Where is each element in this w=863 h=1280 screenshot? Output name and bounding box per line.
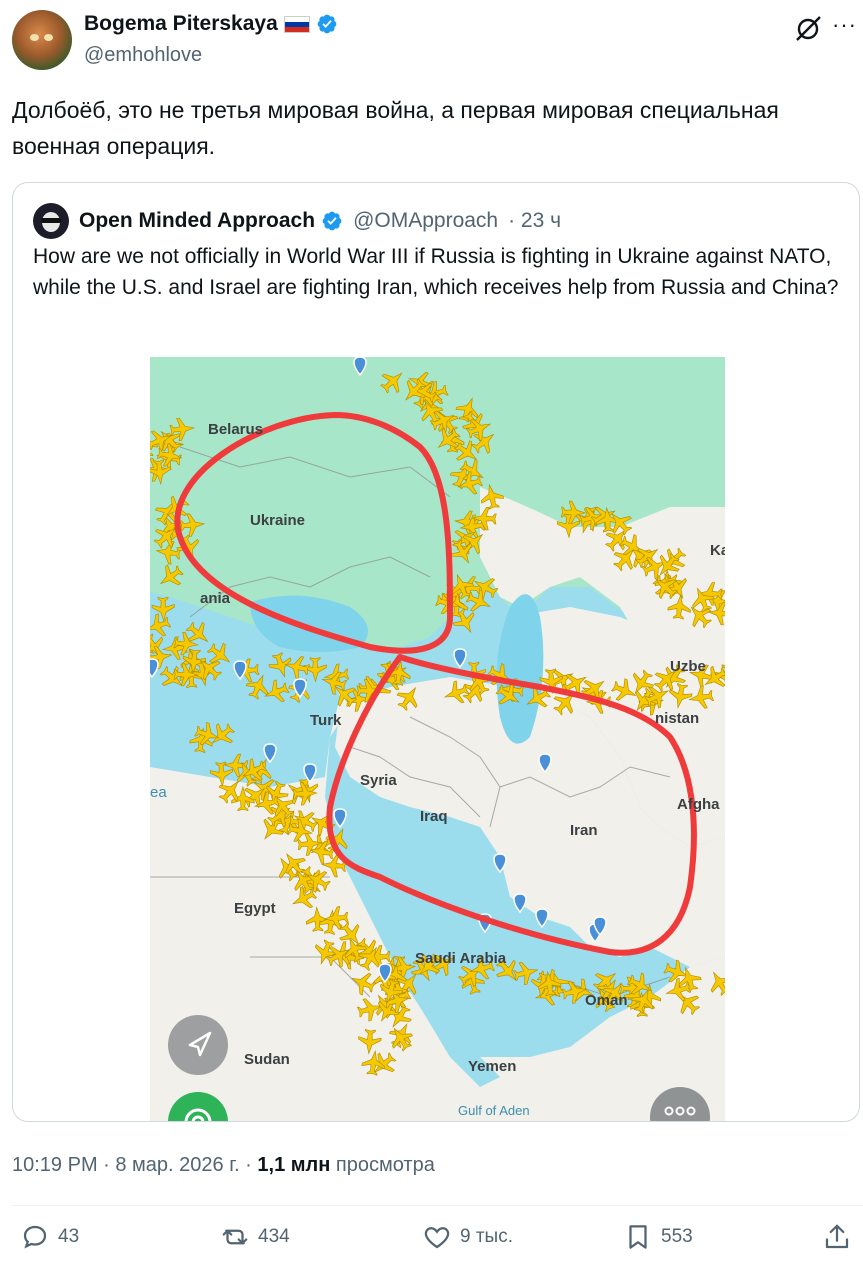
- heart-icon: [424, 1227, 450, 1249]
- divider: [12, 1205, 863, 1206]
- quoted-verified-badge-icon: [322, 211, 342, 231]
- map-label-oman: Oman: [585, 992, 628, 1009]
- map-label-iraq: Iraq: [420, 808, 448, 825]
- locate-button[interactable]: [168, 1015, 228, 1075]
- repost-button[interactable]: 434: [220, 1222, 290, 1252]
- author-name-row[interactable]: Bogema Piterskaya: [84, 12, 338, 36]
- flight-map-image[interactable]: Belarus Ukraine ania Ka Uzbe nistan Turk…: [150, 357, 725, 1121]
- quoted-time[interactable]: · 23 ч: [508, 209, 561, 233]
- quoted-author-handle[interactable]: @OMApproach: [353, 209, 498, 233]
- map-label-turkey: Turk: [310, 712, 342, 729]
- post-meta: 10:19 PM · 8 мар. 2026 г. · 1,1 млн прос…: [12, 1154, 435, 1177]
- map-label-uzbekistan: Uzbe: [670, 658, 706, 675]
- map-label-iran: Iran: [570, 822, 598, 839]
- map-label-gulf-of-aden: Gulf of Aden: [458, 1103, 530, 1118]
- map-menu-button[interactable]: [650, 1087, 710, 1121]
- action-bar: 43 434 9 тыс. 553: [0, 1222, 863, 1266]
- map-label-sudan: Sudan: [244, 1051, 290, 1068]
- map-label-romania: ania: [200, 590, 231, 607]
- share-button[interactable]: [822, 1222, 852, 1252]
- quoted-author-name[interactable]: Open Minded Approach: [79, 209, 315, 233]
- airport-pin-icon[interactable]: [535, 908, 549, 929]
- map-label-egypt: Egypt: [234, 900, 276, 917]
- grok-icon[interactable]: [793, 14, 823, 44]
- map-label-syria: Syria: [360, 772, 397, 789]
- views-label: просмотра: [330, 1154, 435, 1176]
- author-handle[interactable]: @emhohlove: [84, 44, 202, 67]
- reply-count: 43: [58, 1226, 80, 1247]
- post-timestamp[interactable]: 10:19 PM · 8 мар. 2026 г. ·: [12, 1154, 257, 1176]
- verified-badge-icon: [317, 14, 337, 34]
- radar-icon: [184, 1108, 212, 1121]
- bookmark-count: 553: [661, 1226, 693, 1247]
- map-label-kazakhstan: Ka: [710, 542, 725, 559]
- airport-pin-icon[interactable]: [150, 658, 159, 679]
- quoted-header: Open Minded Approach @OMApproach · 23 ч: [33, 203, 561, 239]
- like-button[interactable]: 9 тыс.: [422, 1222, 513, 1252]
- map-label-ukraine: Ukraine: [250, 512, 305, 529]
- quoted-avatar[interactable]: [33, 203, 69, 239]
- reply-icon: [23, 1225, 47, 1249]
- navigation-arrow-icon: [188, 1031, 212, 1057]
- quoted-post[interactable]: Open Minded Approach @OMApproach · 23 ч …: [12, 182, 860, 1122]
- map-label-sea: ea: [150, 784, 167, 801]
- author-name[interactable]: Bogema Piterskaya: [84, 12, 278, 36]
- radar-button[interactable]: [168, 1092, 228, 1121]
- map-label-belarus: Belarus: [208, 421, 263, 438]
- repost-icon: [222, 1229, 248, 1245]
- map-label-turkmenistan: nistan: [655, 710, 699, 727]
- author-avatar[interactable]: [12, 10, 72, 70]
- post-text: Долбоёб, это не третья мировая война, а …: [12, 97, 779, 159]
- bookmark-icon: [629, 1225, 647, 1249]
- airport-pin-icon[interactable]: [453, 648, 467, 669]
- russia-flag-icon: [283, 15, 310, 33]
- quoted-text: How are we not officially in World War I…: [33, 245, 839, 299]
- map-label-saudi-arabia: Saudi Arabia: [415, 950, 507, 967]
- share-icon: [825, 1224, 849, 1249]
- map-label-yemen: Yemen: [468, 1058, 516, 1075]
- map-label-afghanistan: Afgha: [677, 796, 720, 813]
- airplane-marker-icon[interactable]: [150, 611, 173, 640]
- repost-count: 434: [258, 1226, 290, 1247]
- more-options-icon[interactable]: ···: [832, 12, 857, 38]
- reply-button[interactable]: 43: [20, 1222, 79, 1252]
- dots-icon: [664, 1106, 696, 1116]
- like-count: 9 тыс.: [460, 1226, 513, 1247]
- views-count: 1,1 млн: [257, 1154, 331, 1176]
- bookmark-button[interactable]: 553: [623, 1222, 693, 1252]
